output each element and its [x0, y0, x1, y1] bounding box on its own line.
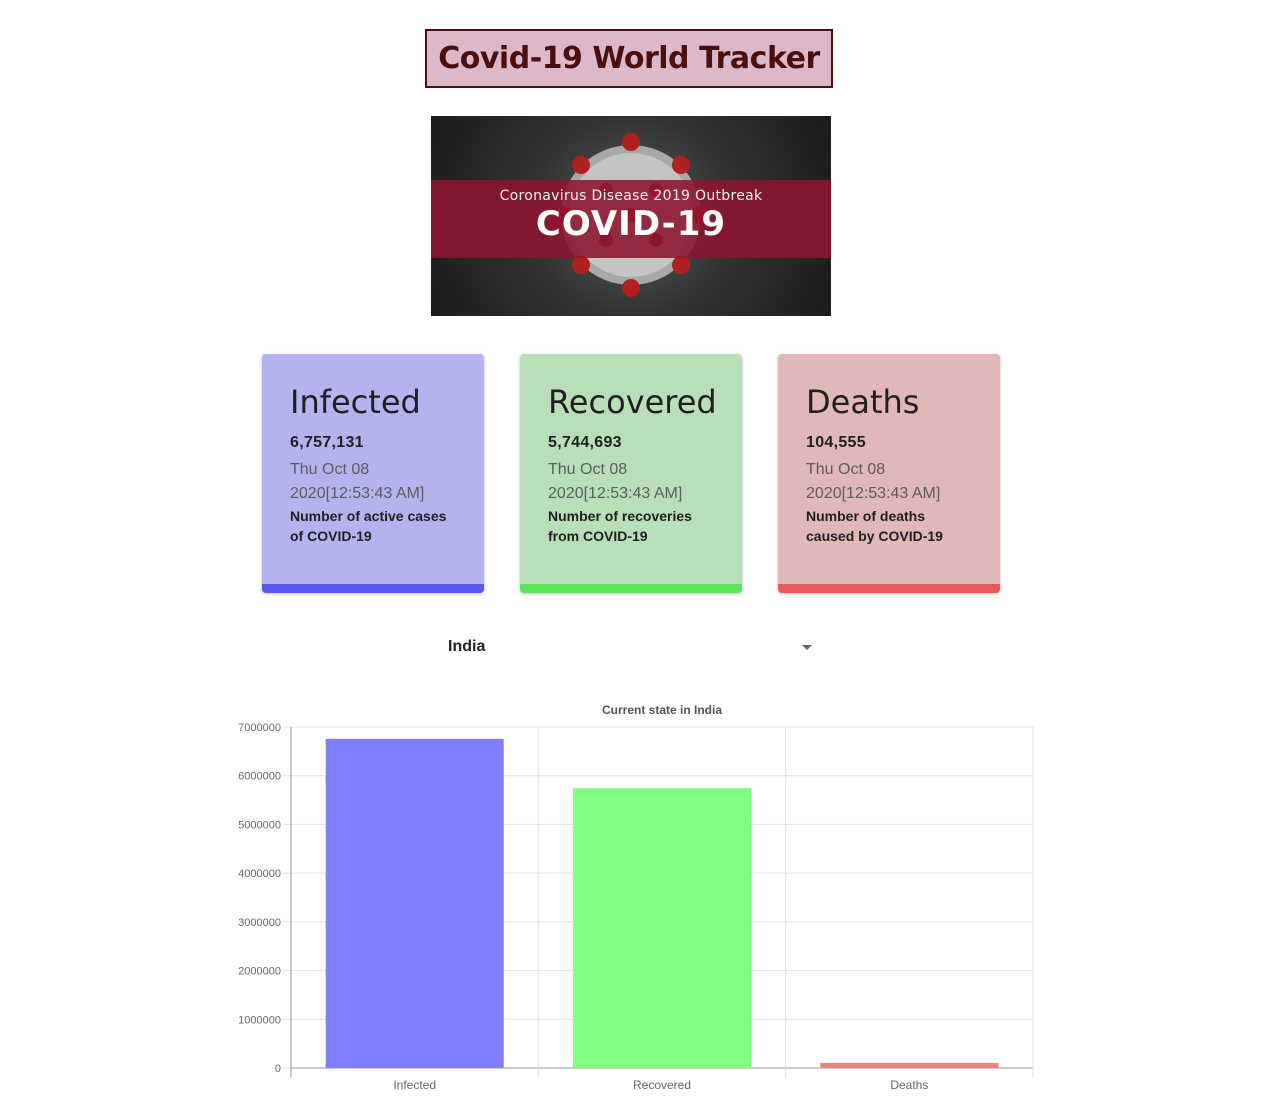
y-tick-label: 5000000	[238, 819, 281, 831]
card-label: Deaths	[806, 383, 920, 421]
x-tick-label: Infected	[393, 1078, 436, 1092]
y-tick-label: 1000000	[238, 1014, 281, 1026]
card-value: 5,744,693	[548, 434, 622, 451]
y-tick-label: 7000000	[238, 722, 281, 734]
y-tick-label: 4000000	[238, 868, 281, 880]
card-date: Thu Oct 08 2020[12:53:43 AM]	[548, 461, 683, 502]
bar-deaths	[820, 1062, 999, 1068]
card-description: Number of deaths caused by COVID-19	[806, 508, 943, 544]
card-description: Number of active cases of COVID-19	[290, 508, 447, 544]
bar-chart-svg: Current state in India 0 1000000 2000000 300…	[238, 703, 1034, 1092]
card-date: Thu Oct 08 2020[12:53:43 AM]	[806, 461, 941, 502]
chevron-down-icon[interactable]	[802, 645, 812, 650]
x-tick-label: Recovered	[633, 1078, 691, 1092]
card-date: Thu Oct 08 2020[12:53:43 AM]	[290, 461, 425, 502]
x-tick-label: Deaths	[890, 1078, 928, 1092]
card-stripe	[262, 584, 484, 593]
banner-headline: COVID-19	[535, 204, 727, 244]
card-value: 6,757,131	[290, 434, 364, 451]
bar-chart: Current state in India 0 1000000 2000000 300…	[220, 696, 1050, 1101]
bar-recovered	[572, 788, 752, 1068]
y-tick-label: 3000000	[238, 917, 281, 929]
card-stripe	[778, 584, 1000, 593]
recovered-card: Recovered 5,744,693 Thu Oct 08 2020[12:5…	[520, 354, 742, 593]
y-tick-label: 0	[275, 1063, 281, 1075]
country-select-value[interactable]: India	[448, 638, 485, 656]
card-stripe	[520, 584, 742, 593]
y-tick-label: 6000000	[238, 771, 281, 783]
country-select[interactable]: India	[448, 630, 818, 664]
card-label: Recovered	[548, 383, 717, 421]
card-value: 104,555	[806, 434, 866, 451]
bar-infected	[325, 738, 504, 1068]
deaths-card: Deaths 104,555 Thu Oct 08 2020[12:53:43 …	[778, 354, 1000, 593]
card-label: Infected	[290, 383, 421, 421]
card-description: Number of recoveries from COVID-19	[548, 508, 692, 544]
covid-banner-image: Coronavirus Disease 2019 Outbreak COVID-…	[431, 116, 831, 316]
chart-title: Current state in India	[602, 703, 722, 717]
banner-subtitle: Coronavirus Disease 2019 Outbreak	[499, 188, 763, 204]
y-tick-label: 2000000	[238, 966, 281, 978]
app-title-box: Covid-19 World Tracker	[425, 29, 833, 88]
app-title: Covid-19 World Tracker	[438, 41, 820, 76]
infected-card: Infected 6,757,131 Thu Oct 08 2020[12:53…	[262, 354, 484, 593]
